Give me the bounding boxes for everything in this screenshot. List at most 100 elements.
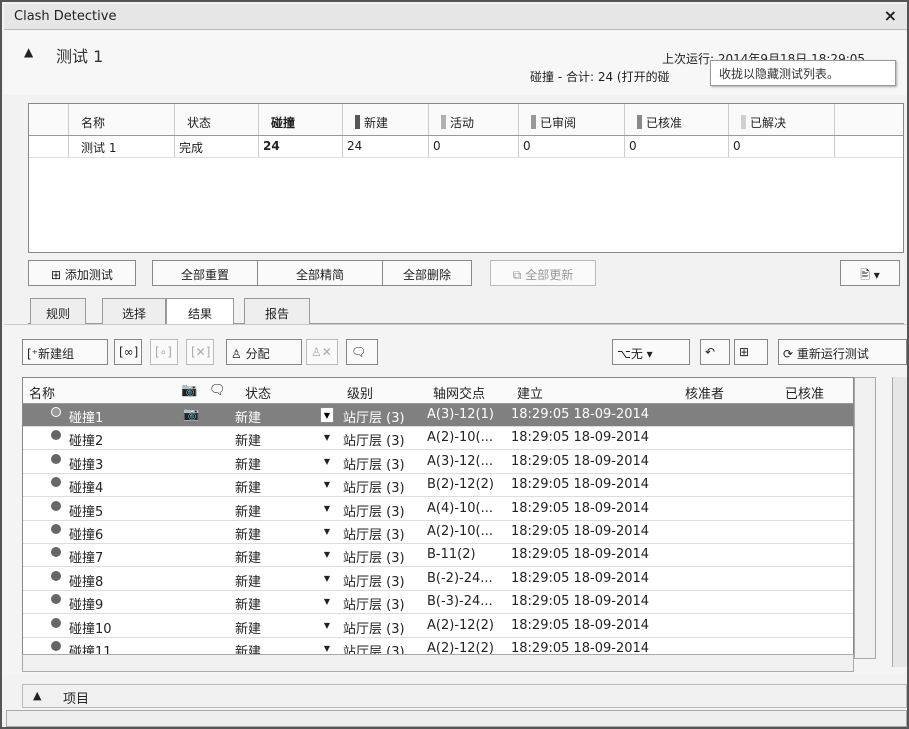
- reset-all-button[interactable]: 全部重置: [152, 260, 258, 286]
- col-approved[interactable]: 已核准: [785, 383, 824, 402]
- table-row[interactable]: 碰撞7 新建 ▼ 站厅层 (3) B-11(2) 18:29:05 18-09-2014: [23, 544, 853, 568]
- table-row[interactable]: 碰撞4 新建 ▼ 站厅层 (3) B(2)-12(2) 18:29:05 18-09-20…: [23, 474, 853, 498]
- clash-level: 站厅层 (3): [343, 574, 405, 590]
- clash-grid-intersection: A(3)-12(...: [427, 453, 494, 469]
- status-dropdown-icon[interactable]: ▼: [320, 430, 334, 446]
- undo-icon[interactable]: ↶: [700, 339, 730, 365]
- col-resolved[interactable]: 已解决: [729, 104, 835, 135]
- status-dropdown-icon[interactable]: ▼: [320, 618, 334, 634]
- horizontal-scrollbar[interactable]: [22, 654, 854, 672]
- col-grid[interactable]: 轴网交点: [433, 383, 485, 402]
- col-level[interactable]: 级别: [347, 383, 373, 402]
- update-all-button[interactable]: ⧉ 全部更新: [490, 260, 596, 286]
- table-row[interactable]: 碰撞6 新建 ▼ 站厅层 (3) A(2)-10(... 18:29:05 18-09-2…: [23, 521, 853, 544]
- assign-button[interactable]: ♙ 分配: [226, 339, 302, 365]
- rerun-test-button[interactable]: ⟳ 重新运行测试: [778, 339, 907, 365]
- remove-from-group-icon[interactable]: [✕]: [186, 339, 214, 365]
- status-dropdown-icon[interactable]: ▼: [320, 547, 334, 563]
- collapse-chevron-icon[interactable]: ▲: [24, 45, 33, 59]
- col-active-label: 活动: [450, 116, 475, 130]
- project-panel[interactable]: ▲ 项目: [22, 684, 907, 708]
- tab-select[interactable]: 选择: [102, 298, 166, 324]
- vertical-scrollbar[interactable]: [854, 377, 876, 659]
- ungroup-icon[interactable]: [∘]: [150, 339, 178, 365]
- clash-created: 18:29:05 18-09-2014: [511, 524, 650, 539]
- col-status[interactable]: 状态: [175, 104, 259, 135]
- close-icon[interactable]: ×: [884, 6, 897, 25]
- clash-detective-window: Clash Detective × ▲ 测试 1 上次运行: 2014年9月18…: [0, 0, 909, 729]
- status-dropdown-icon[interactable]: ▼: [320, 594, 334, 610]
- new-group-button[interactable]: [⁺新建组: [22, 339, 108, 365]
- col-created[interactable]: 建立: [517, 383, 543, 402]
- tab-report[interactable]: 报告: [244, 298, 310, 324]
- tab-rules[interactable]: 规则: [30, 298, 86, 324]
- delete-all-button[interactable]: 全部删除: [382, 260, 472, 286]
- table-row[interactable]: 碰撞3 新建 ▼ 站厅层 (3) A(3)-12(... 18:29:05 18-09-2…: [23, 451, 853, 474]
- clash-level: 站厅层 (3): [343, 598, 405, 614]
- filter-dropdown[interactable]: ⌥无 ▾: [612, 339, 690, 365]
- clash-status-dot-icon: [51, 430, 61, 441]
- clash-created: 18:29:05 18-09-2014: [511, 570, 650, 586]
- status-dropdown-icon[interactable]: ▼: [320, 454, 334, 470]
- col-name[interactable]: 名称: [69, 104, 175, 135]
- filter-icon: ⌥: [617, 347, 631, 361]
- tab-results[interactable]: 结果: [166, 298, 234, 326]
- status-dropdown-icon[interactable]: ▼: [320, 524, 334, 540]
- table-row[interactable]: 碰撞1 📷 新建 ▼ 站厅层 (3) A(3)-12(1) 18:29:05 18-09-2…: [23, 404, 853, 427]
- clash-level: 站厅层 (3): [343, 481, 405, 497]
- table-row[interactable]: 碰撞2 新建 ▼ 站厅层 (3) A(2)-10(... 18:29:05 18-09-2…: [23, 427, 853, 451]
- unassign-icon[interactable]: ♙✕: [306, 339, 338, 365]
- col-reviewed[interactable]: 已审阅: [519, 104, 625, 135]
- filter-value: 无: [630, 347, 643, 361]
- test-row[interactable]: 测试 1 完成 24 24 0 0 0 0: [29, 136, 903, 158]
- expand-chevron-icon[interactable]: ▲: [33, 689, 41, 702]
- comment-icon[interactable]: 🗨: [346, 339, 378, 365]
- clash-grid-intersection: B(-3)-24...: [427, 594, 493, 610]
- clash-grid-intersection: B-11(2): [427, 547, 476, 563]
- status-dropdown-icon[interactable]: ▼: [320, 407, 334, 423]
- add-test-icon: ⊞: [51, 268, 65, 282]
- compact-all-button[interactable]: 全部精简: [257, 260, 383, 286]
- status-dropdown-icon[interactable]: ▼: [320, 501, 334, 517]
- table-row[interactable]: 碰撞5 新建 ▼ 站厅层 (3) A(4)-10(... 18:29:05 18-09-2…: [23, 498, 853, 521]
- title-bar: Clash Detective ×: [4, 4, 907, 30]
- clash-status: 新建: [235, 551, 262, 567]
- clash-name: 碰撞3: [69, 457, 104, 473]
- clash-status-dot-icon: [51, 594, 61, 605]
- add-test-label: 添加测试: [64, 268, 113, 282]
- update-all-label: 全部更新: [525, 268, 574, 282]
- resolved-color-bar: [741, 115, 746, 129]
- clash-created: 18:29:05 18-09-2014: [511, 453, 650, 469]
- project-label: 项目: [63, 692, 90, 707]
- col-name[interactable]: 名称: [29, 383, 55, 402]
- status-dropdown-icon[interactable]: ▼: [320, 477, 334, 493]
- status-dropdown-icon[interactable]: ▼: [320, 571, 334, 587]
- test-buttons: ⊞ 添加测试 全部重置 全部精简 全部删除 ⧉ 全部更新 🖹 ▾: [28, 260, 904, 288]
- col-status[interactable]: 状态: [245, 383, 271, 402]
- refresh-icon: ⟳: [783, 347, 797, 361]
- group-clashes-icon[interactable]: [∞]: [114, 339, 142, 365]
- clash-grid-intersection: B(2)-12(2): [427, 477, 494, 493]
- table-row[interactable]: 碰撞10 新建 ▼ 站厅层 (3) A(2)-12(2) 18:29:05 18-09-2…: [23, 615, 853, 638]
- col-new[interactable]: 新建: [343, 104, 429, 135]
- add-test-button[interactable]: ⊞ 添加测试: [28, 260, 136, 286]
- clash-status-dot-icon: [51, 500, 61, 511]
- export-menu-button[interactable]: 🖹 ▾: [840, 260, 900, 286]
- table-row[interactable]: 碰撞8 新建 ▼ 站厅层 (3) B(-2)-24... 18:29:05 18-09-2…: [23, 568, 853, 591]
- test-row-name: 测试 1: [69, 136, 175, 157]
- col-approved[interactable]: 已核准: [625, 104, 729, 135]
- clash-grid-intersection: A(2)-12(2): [427, 617, 494, 633]
- table-row[interactable]: 碰撞9 新建 ▼ 站厅层 (3) B(-3)-24... 18:29:05 18-09-2…: [23, 591, 853, 615]
- side-panel-strip[interactable]: [892, 377, 907, 667]
- col-approver[interactable]: 核准者: [685, 383, 724, 402]
- clash-name: 碰撞4: [69, 481, 104, 497]
- bottom-scrollbar[interactable]: [6, 710, 907, 727]
- col-active[interactable]: 活动: [429, 104, 519, 135]
- tab-strip: 规则 选择 结果 报告: [28, 296, 904, 326]
- col-clashes[interactable]: 碰撞: [259, 104, 343, 135]
- clash-created: 18:29:05 18-09-2014: [511, 477, 650, 493]
- reset-status-icon[interactable]: ⊞: [734, 339, 768, 365]
- clash-status: 新建: [235, 528, 262, 543]
- clash-created: 18:29:05 18-09-2014: [511, 500, 650, 516]
- chevron-down-icon: ▾: [642, 347, 653, 361]
